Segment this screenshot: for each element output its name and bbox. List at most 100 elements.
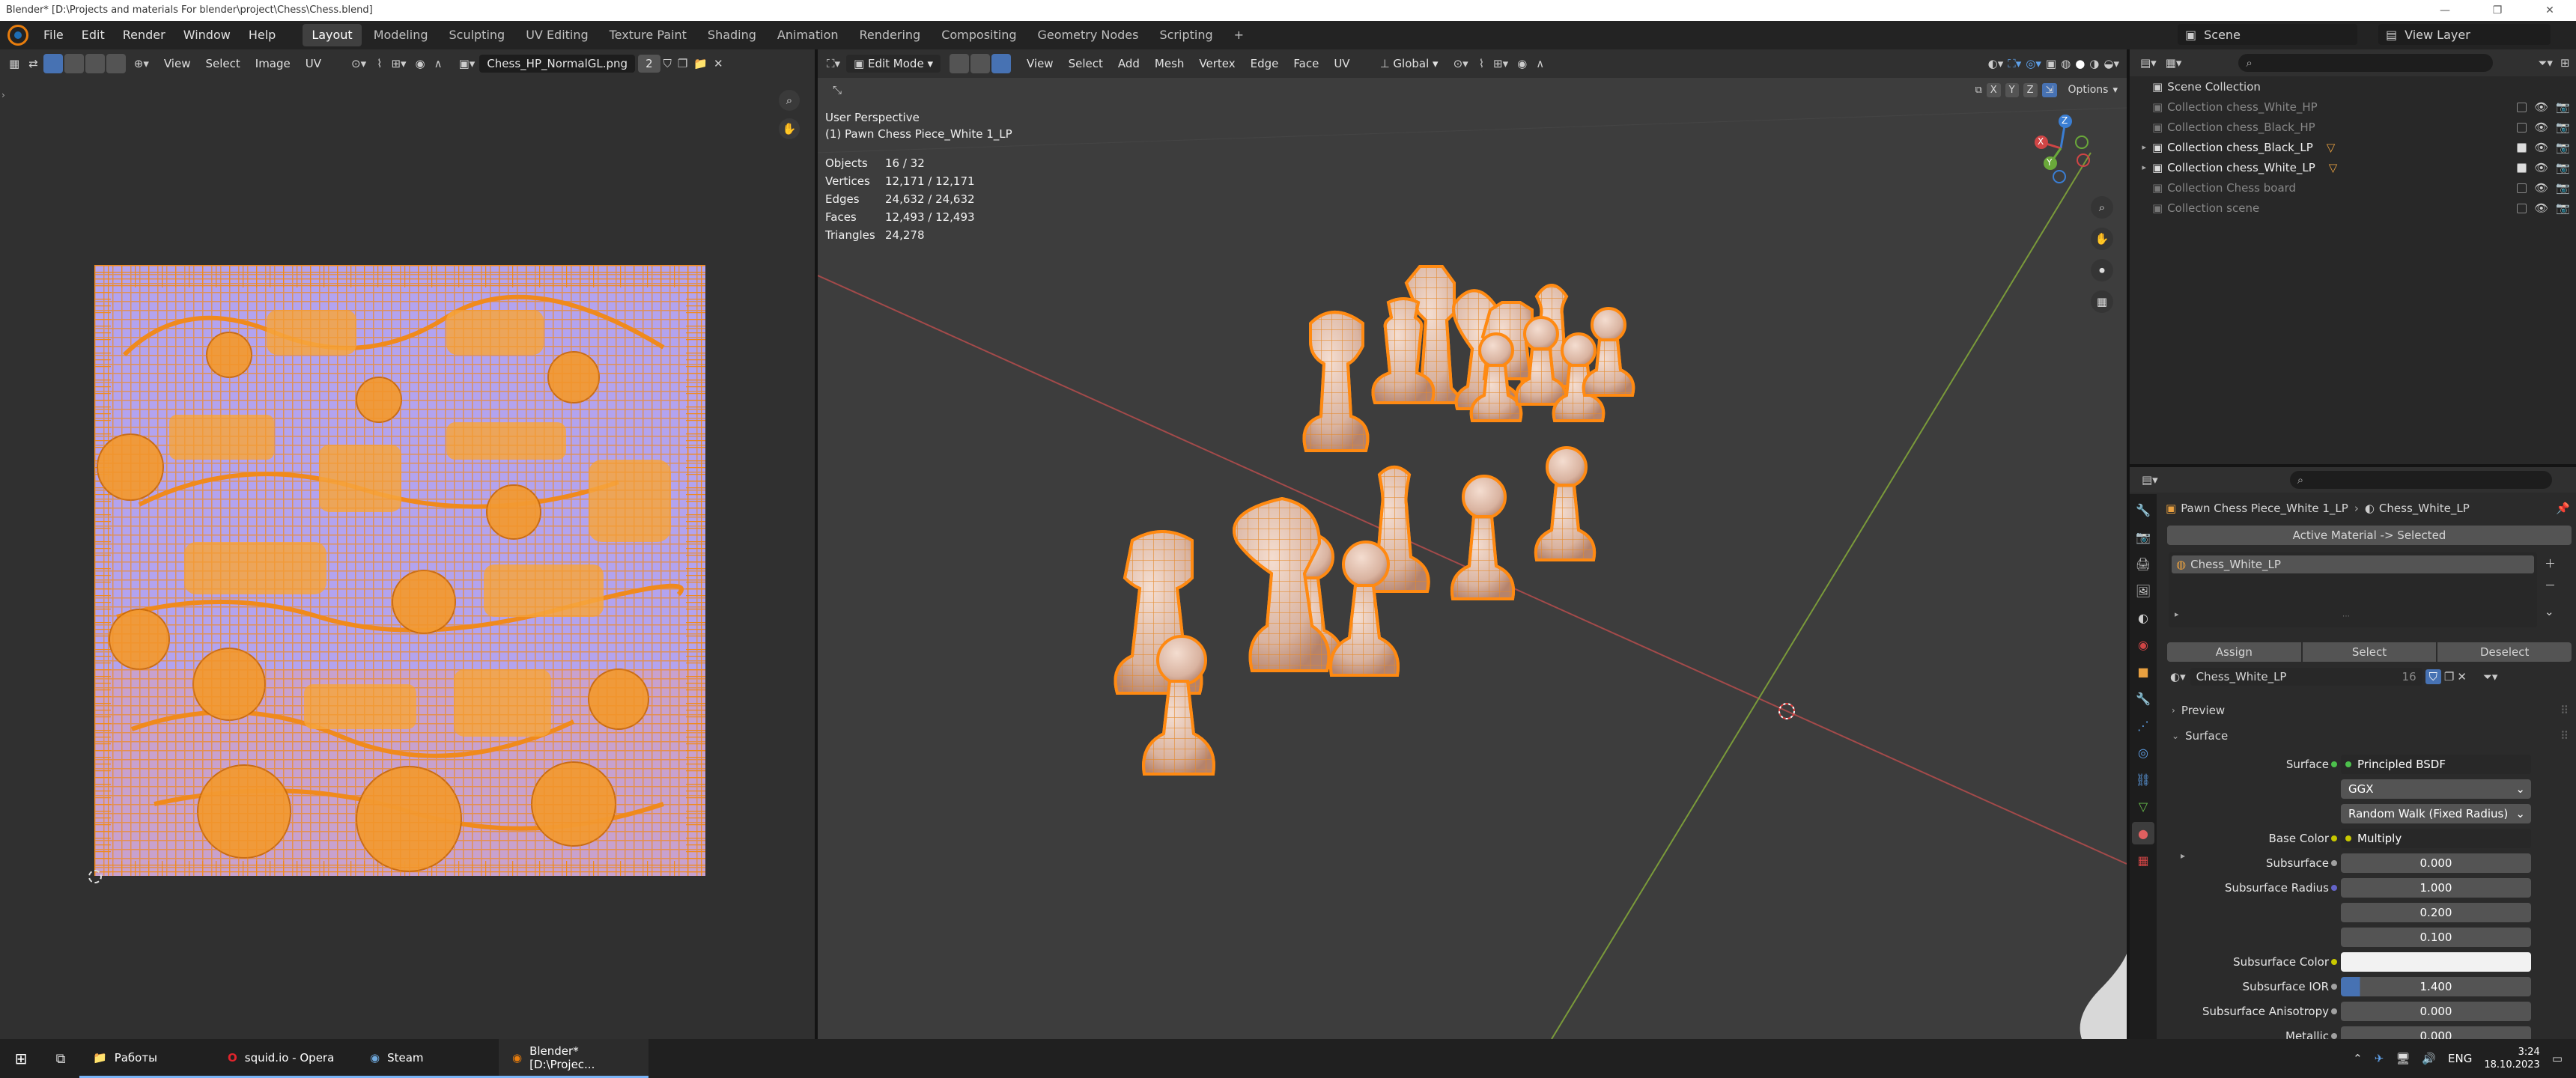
taskbar-opera[interactable]: O squid.io - Opera (214, 1039, 356, 1078)
modifiers-tab-icon[interactable]: 🔧 (2132, 687, 2154, 710)
camera-icon[interactable]: 📷 (2556, 100, 2570, 114)
overlays-toggle-icon[interactable]: ◎▾ (2026, 57, 2041, 70)
notifications-icon[interactable]: ▭ (2552, 1052, 2563, 1065)
edge-select-icon[interactable] (970, 54, 990, 73)
vp-snap-target-icon[interactable]: ⊞▾ (1489, 57, 1513, 70)
property-link-field[interactable]: Multiply (2341, 828, 2531, 848)
remove-slot-icon[interactable]: － (2545, 577, 2556, 593)
view-layer-selector[interactable]: View Layer (2405, 28, 2470, 42)
outliner-collection-row[interactable]: ▣ Collection Chess board 👁 📷 (2130, 177, 2576, 198)
sticky-select-icon[interactable]: ⊕▾ (127, 57, 157, 70)
object-tab-icon[interactable]: ■ (2132, 660, 2154, 683)
snap-icon[interactable]: ⌇ (372, 57, 386, 70)
image-users-count[interactable]: 2 (638, 55, 660, 73)
outliner-collection-row[interactable]: ▣ Collection chess_Black_HP 👁 📷 (2130, 117, 2576, 137)
expand-arrow-icon[interactable]: ▸ (2130, 142, 2152, 152)
outliner-editor-type-icon[interactable]: ▤▾ (2130, 56, 2161, 70)
scene-tab-icon[interactable]: ◐ (2132, 606, 2154, 629)
minimize-button[interactable]: — (2419, 0, 2471, 21)
outliner-filter-icon[interactable]: ⏷▾ (2538, 56, 2553, 70)
surface-drag-icon[interactable]: ⠿ (2560, 729, 2569, 743)
eye-icon[interactable]: 👁 (2534, 201, 2548, 215)
area-divider[interactable] (815, 49, 818, 1039)
select-button[interactable]: Select (2302, 642, 2437, 662)
color-swatch[interactable] (2341, 951, 2531, 972)
blender-logo-icon[interactable] (7, 25, 28, 46)
2d-cursor-icon[interactable] (88, 870, 102, 883)
navigation-gizmo[interactable]: Z X Y (2028, 111, 2103, 186)
options-dropdown[interactable]: Options (2068, 84, 2108, 96)
browse-material-icon[interactable]: ◐▾ (2167, 670, 2190, 683)
exclude-checkbox[interactable] (2517, 183, 2527, 193)
socket-dot-icon[interactable] (2331, 958, 2337, 965)
uv-menu-view[interactable]: View (157, 57, 198, 70)
outliner-collection-row[interactable]: ▸ ▣ Collection chess_White_LP ▽ 👁 📷 (2130, 157, 2576, 177)
menu-help[interactable]: Help (240, 21, 285, 49)
outliner-scene-collection[interactable]: ▣ Scene Collection (2130, 76, 2576, 97)
vp-menu-view[interactable]: View (1019, 57, 1061, 70)
fake-user-icon[interactable]: ⛉ (660, 57, 675, 70)
mirror-icon[interactable]: ⧉ (1975, 85, 1981, 96)
outliner-collection-row[interactable]: ▣ Collection chess_White_HP 👁 📷 (2130, 97, 2576, 117)
uv-menu-select[interactable]: Select (198, 57, 247, 70)
add-workspace-button[interactable]: + (1225, 24, 1253, 46)
props-search-icon[interactable]: ⌕ (2290, 473, 2303, 487)
socket-dot-icon[interactable] (2331, 835, 2337, 841)
area-divider[interactable] (2127, 49, 2130, 1039)
tab-layout[interactable]: Layout (303, 24, 362, 46)
menu-file[interactable]: File (34, 21, 73, 49)
list-expand-icon[interactable]: ▸ (2175, 609, 2179, 619)
camera-icon[interactable]: 📷 (2556, 161, 2570, 174)
base-color-expand-icon[interactable]: ▸ (2181, 850, 2185, 861)
windows-start-icon[interactable]: ⊞ (0, 1050, 42, 1068)
property-dropdown[interactable]: GGX ⌄ (2341, 779, 2531, 799)
pivot-point-icon[interactable]: ⊙▾ (1439, 57, 1474, 70)
add-slot-icon[interactable]: ＋ (2545, 555, 2556, 571)
image-name-field[interactable]: Chess_HP_NormalGL.png (479, 55, 636, 73)
menu-render[interactable]: Render (114, 21, 174, 49)
pan-hand-icon[interactable]: ✋ (779, 118, 800, 139)
mirror-y-toggle[interactable]: Y (2005, 82, 2019, 97)
editor-type-icon[interactable]: ▦ (0, 57, 24, 70)
vp-zoom-icon[interactable]: ⌕ (2091, 196, 2113, 219)
property-number-field[interactable]: 1.000 (2341, 877, 2531, 898)
camera-icon[interactable]: 📷 (2556, 201, 2570, 215)
output-tab-icon[interactable]: 🖨 (2132, 552, 2154, 575)
ortho-toggle-icon[interactable]: ▦ (2091, 290, 2113, 313)
eye-icon[interactable]: 👁 (2534, 121, 2548, 134)
taskbar-blender[interactable]: ◉ Blender* [D:\Projec... (499, 1039, 648, 1078)
uv-menu-uv[interactable]: UV (298, 57, 329, 70)
duplicate-image-icon[interactable]: ❐ (675, 57, 690, 70)
vp-menu-edge[interactable]: Edge (1243, 57, 1287, 70)
island-select-mode-icon[interactable] (106, 54, 126, 73)
network-icon[interactable]: 🖥 (2396, 1052, 2410, 1065)
tab-uv-editing[interactable]: UV Editing (517, 24, 597, 46)
mirror-x-toggle[interactable]: X (1986, 82, 2001, 97)
property-slider[interactable]: 1.400 (2341, 976, 2531, 996)
socket-dot-icon[interactable] (2331, 983, 2337, 990)
snap-grid-icon[interactable]: ⊞▾ (386, 57, 410, 70)
socket-dot-icon[interactable] (2331, 1032, 2337, 1039)
preview-drag-icon[interactable]: ⠿ (2560, 704, 2569, 717)
view-layer-tab-icon[interactable]: 🖼 (2132, 579, 2154, 602)
task-view-icon[interactable]: ⧉ (42, 1051, 79, 1067)
particles-tab-icon[interactable]: ⋰ (2132, 714, 2154, 737)
face-select-mode-icon[interactable] (85, 54, 105, 73)
property-number-field[interactable]: 0.000 (2341, 1026, 2531, 1039)
viewport-editor-type-icon[interactable]: ⛶▾ (818, 57, 846, 70)
tab-compositing[interactable]: Compositing (932, 24, 1025, 46)
vp-falloff-icon[interactable]: ∧ (1531, 57, 1549, 70)
vp-proportional-icon[interactable]: ◉ (1513, 57, 1531, 70)
outliner-collection-row[interactable]: ▣ Collection scene 👁 📷 (2130, 198, 2576, 218)
property-number-field[interactable]: 0.100 (2341, 927, 2531, 947)
camera-icon[interactable]: 📷 (2556, 181, 2570, 195)
vp-menu-face[interactable]: Face (1286, 57, 1326, 70)
vp-pan-icon[interactable]: ✋ (2091, 228, 2113, 250)
camera-icon[interactable]: 📷 (2556, 141, 2570, 154)
proportional-edit-icon[interactable]: ◉ (411, 57, 430, 70)
tool-tab-icon[interactable]: 🔧 (2132, 499, 2154, 521)
property-link-field[interactable]: Principled BSDF (2341, 754, 2531, 774)
orientation-dropdown[interactable]: ⊥ Global ▾ (1380, 57, 1439, 70)
socket-dot-icon[interactable] (2331, 859, 2337, 866)
material-slot-row[interactable]: ◍ Chess_White_LP (2172, 555, 2534, 573)
